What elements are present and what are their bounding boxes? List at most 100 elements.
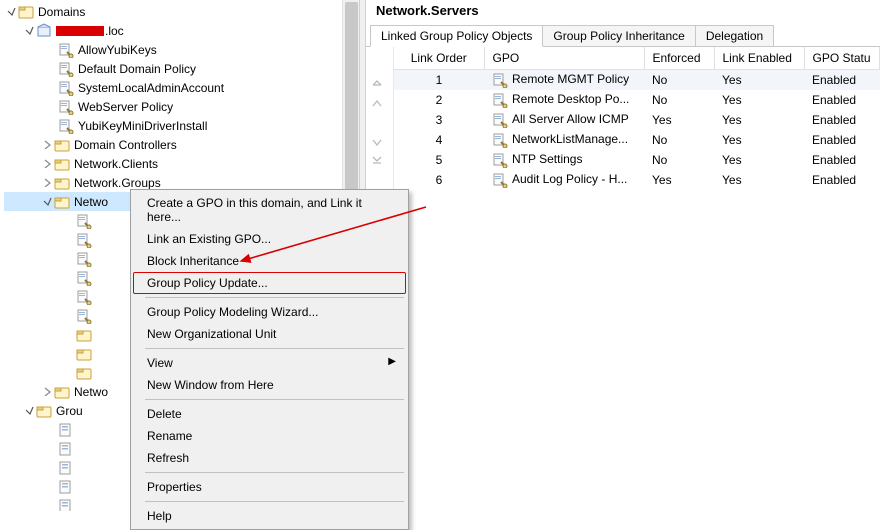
menu-item[interactable]: View▶ <box>133 352 406 374</box>
cell-link-enabled: Yes <box>714 110 804 130</box>
tree-node-gpo-link[interactable]: WebServer Policy <box>4 97 342 116</box>
menu-item[interactable]: Create a GPO in this domain, and Link it… <box>133 192 406 228</box>
tree-node-domains[interactable]: Domains <box>4 2 342 21</box>
col-gpo[interactable]: GPO <box>484 47 644 70</box>
collapse-icon[interactable] <box>22 404 36 418</box>
move-up-button[interactable] <box>366 95 388 113</box>
table-row[interactable]: 5 NTP Settings No Yes Enabled <box>394 150 880 170</box>
cell-enforced: No <box>644 130 714 150</box>
cell-enforced: No <box>644 150 714 170</box>
collapse-icon[interactable] <box>22 24 36 38</box>
table-row[interactable]: 4 NetworkListManage... No Yes Enabled <box>394 130 880 150</box>
col-link-order[interactable]: Link Order <box>394 47 484 70</box>
menu-item[interactable]: Block Inheritance <box>133 250 406 272</box>
tree-node-gpo-link[interactable]: AllowYubiKeys <box>4 40 342 59</box>
ou-icon <box>76 327 92 343</box>
gpo-link-icon <box>58 99 74 115</box>
menu-item[interactable]: Properties <box>133 476 406 498</box>
context-menu[interactable]: Create a GPO in this domain, and Link it… <box>130 189 409 530</box>
table-row[interactable]: 1 Remote MGMT Policy No Yes Enabled <box>394 70 880 91</box>
tab-delegation[interactable]: Delegation <box>695 25 774 46</box>
gpo-icon <box>58 479 74 495</box>
linked-gpo-table[interactable]: Link Order GPO Enforced Link Enabled GPO… <box>394 47 880 190</box>
menu-item[interactable]: Delete <box>133 403 406 425</box>
tree-label: Network.Clients <box>74 157 158 171</box>
cell-status: Enabled <box>804 110 880 130</box>
tab-linked-gpo[interactable]: Linked Group Policy Objects <box>370 25 543 47</box>
tree-node-domain[interactable]: .loc <box>4 21 342 40</box>
cell-order: 6 <box>394 170 484 190</box>
expand-icon[interactable] <box>40 385 54 399</box>
move-top-button[interactable] <box>366 77 388 95</box>
move-down-button[interactable] <box>366 133 388 151</box>
gpo-link-icon <box>492 132 508 148</box>
gpo-link-icon <box>76 232 92 248</box>
col-link-enabled[interactable]: Link Enabled <box>714 47 804 70</box>
tree-label: .loc <box>56 24 124 38</box>
gpo-link-icon <box>58 42 74 58</box>
cell-enforced: Yes <box>644 170 714 190</box>
menu-item[interactable]: Refresh <box>133 447 406 469</box>
cell-link-enabled: Yes <box>714 70 804 91</box>
menu-item[interactable]: New Window from Here <box>133 374 406 396</box>
tree-node-ou[interactable]: Network.Clients <box>4 154 342 173</box>
menu-separator <box>145 501 404 502</box>
gpo-link-icon <box>76 213 92 229</box>
expand-icon[interactable] <box>40 138 54 152</box>
gpo-link-icon <box>492 112 508 128</box>
cell-order: 3 <box>394 110 484 130</box>
gpo-icon <box>58 498 74 512</box>
gpo-link-icon <box>76 289 92 305</box>
col-gpo-status[interactable]: GPO Statu <box>804 47 880 70</box>
expand-icon[interactable] <box>40 157 54 171</box>
tree-label: Domain Controllers <box>74 138 177 152</box>
tree-node-ou[interactable]: Domain Controllers <box>4 135 342 154</box>
gpo-link-icon <box>58 80 74 96</box>
tab-gp-inheritance[interactable]: Group Policy Inheritance <box>542 25 695 46</box>
menu-item[interactable]: Group Policy Modeling Wizard... <box>133 301 406 323</box>
cell-status: Enabled <box>804 70 880 91</box>
tree-label: Domains <box>38 5 85 19</box>
tree-label: Netwo <box>74 195 108 209</box>
cell-enforced: Yes <box>644 110 714 130</box>
cell-gpo: Audit Log Policy - H... <box>484 170 644 190</box>
cell-order: 1 <box>394 70 484 91</box>
gpo-link-icon <box>76 308 92 324</box>
cell-status: Enabled <box>804 170 880 190</box>
col-enforced[interactable]: Enforced <box>644 47 714 70</box>
cell-gpo: Remote Desktop Po... <box>484 90 644 110</box>
cell-link-enabled: Yes <box>714 130 804 150</box>
menu-separator <box>145 297 404 298</box>
cell-gpo: All Server Allow ICMP <box>484 110 644 130</box>
gpo-link-icon <box>492 152 508 168</box>
cell-link-enabled: Yes <box>714 90 804 110</box>
ou-icon <box>76 365 92 381</box>
tree-node-gpo-link[interactable]: Default Domain Policy <box>4 59 342 78</box>
tree-node-gpo-link[interactable]: SystemLocalAdminAccount <box>4 78 342 97</box>
cell-gpo: NetworkListManage... <box>484 130 644 150</box>
ou-icon <box>76 346 92 362</box>
menu-item[interactable]: Link an Existing GPO... <box>133 228 406 250</box>
gpo-icon <box>58 422 74 438</box>
collapse-icon[interactable] <box>4 5 18 19</box>
menu-separator <box>145 472 404 473</box>
tree-label: SystemLocalAdminAccount <box>78 81 224 95</box>
table-row[interactable]: 6 Audit Log Policy - H... Yes Yes Enable… <box>394 170 880 190</box>
menu-item[interactable]: Rename <box>133 425 406 447</box>
cell-link-enabled: Yes <box>714 150 804 170</box>
gpo-link-icon <box>76 251 92 267</box>
table-row[interactable]: 2 Remote Desktop Po... No Yes Enabled <box>394 90 880 110</box>
tree-label: WebServer Policy <box>78 100 173 114</box>
gpo-link-icon <box>76 270 92 286</box>
tree-label: Netwo <box>74 385 108 399</box>
gpo-link-icon <box>492 92 508 108</box>
collapse-icon[interactable] <box>40 195 54 209</box>
cell-status: Enabled <box>804 150 880 170</box>
move-bottom-button[interactable] <box>366 151 388 169</box>
menu-item[interactable]: Help <box>133 505 406 527</box>
menu-item[interactable]: Group Policy Update... <box>133 272 406 294</box>
table-row[interactable]: 3 All Server Allow ICMP Yes Yes Enabled <box>394 110 880 130</box>
tree-node-gpo-link[interactable]: YubiKeyMiniDriverInstall <box>4 116 342 135</box>
expand-icon[interactable] <box>40 176 54 190</box>
menu-item[interactable]: New Organizational Unit <box>133 323 406 345</box>
